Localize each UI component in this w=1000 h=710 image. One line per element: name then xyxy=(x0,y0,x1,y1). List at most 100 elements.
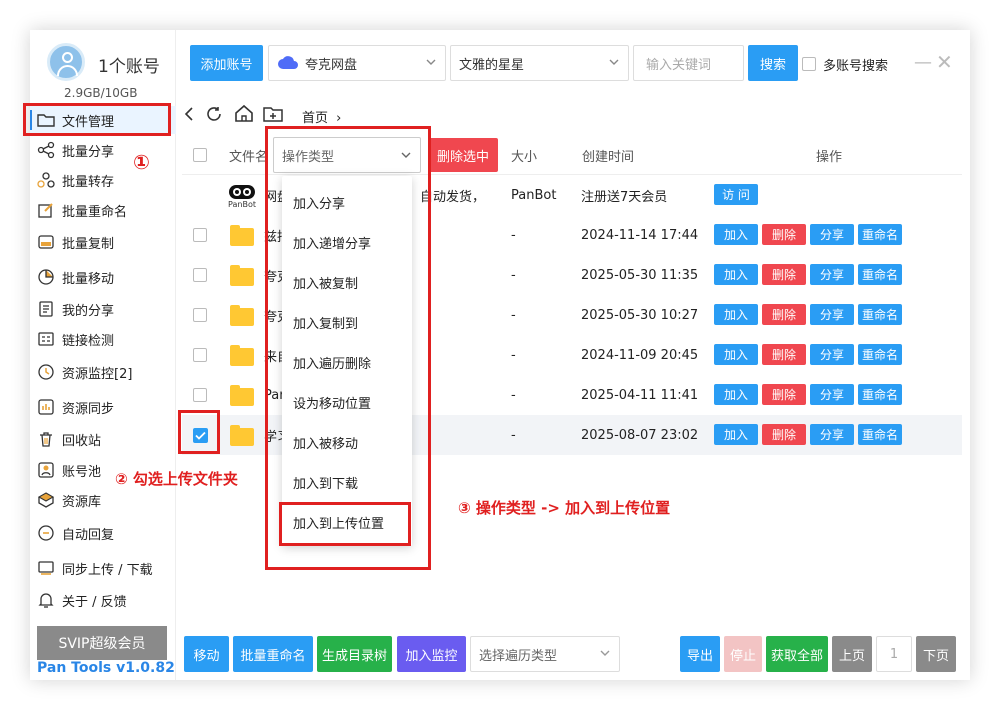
rename-button[interactable]: 重命名 xyxy=(858,304,902,325)
share-icon xyxy=(36,140,56,160)
rename-button[interactable]: 重命名 xyxy=(858,224,902,245)
delete-button[interactable]: 删除 xyxy=(762,264,806,285)
delete-button[interactable]: 删除 xyxy=(762,344,806,365)
prev-page-button[interactable]: 上页 xyxy=(832,636,872,672)
share-button[interactable]: 分享 xyxy=(810,424,854,445)
svip-button[interactable]: SVIP超级会员 xyxy=(37,626,167,660)
sidebar-item-label: 批量复制 xyxy=(62,236,115,252)
move-button[interactable]: 移动 xyxy=(184,636,229,672)
next-page-button[interactable]: 下页 xyxy=(916,636,956,672)
rename-button[interactable]: 重命名 xyxy=(858,384,902,405)
upload-download-icon xyxy=(36,558,56,578)
auto-reply-icon xyxy=(36,523,56,543)
col-header-created: 创建时间 xyxy=(582,149,635,165)
new-folder-icon[interactable] xyxy=(263,105,283,126)
back-icon[interactable] xyxy=(182,106,196,126)
row-created: 2024-11-14 17:44 xyxy=(581,227,699,243)
row-size: - xyxy=(511,227,516,243)
col-header-size: 大小 xyxy=(511,149,538,165)
sidebar-item-batch-transfer[interactable]: 批量转存 xyxy=(30,166,176,194)
sidebar-item-batch-move[interactable]: 批量移动 xyxy=(30,263,176,291)
add-button[interactable]: 加入 xyxy=(714,304,758,325)
row-checkbox[interactable] xyxy=(193,308,207,322)
add-button[interactable]: 加入 xyxy=(714,264,758,285)
sidebar-item-batch-copy[interactable]: 批量复制 xyxy=(30,228,176,256)
row-checkbox[interactable] xyxy=(193,348,207,362)
search-button[interactable]: 搜索 xyxy=(748,45,798,81)
breadcrumb-home[interactable]: 首页 xyxy=(302,111,328,126)
batch-rename-button[interactable]: 批量重命名 xyxy=(233,636,313,672)
drive-select[interactable]: 夸克网盘 xyxy=(268,45,446,81)
sidebar-item-batch-rename[interactable]: 批量重命名 xyxy=(30,196,176,224)
account-count: 1个账号 xyxy=(98,57,160,77)
chevron-down-icon xyxy=(599,647,611,663)
bell-icon xyxy=(36,590,56,610)
traverse-type-select[interactable]: 选择遍历类型 xyxy=(470,636,620,672)
account-select[interactable]: 文雅的星星 xyxy=(450,45,629,81)
row-checkbox[interactable] xyxy=(193,228,207,242)
stop-button[interactable]: 停止 xyxy=(724,636,762,672)
add-monitor-button[interactable]: 加入监控 xyxy=(397,636,466,672)
refresh-icon[interactable] xyxy=(205,105,223,127)
monitor-icon xyxy=(36,362,56,382)
row-created: 2025-05-30 10:27 xyxy=(581,307,699,323)
share-button[interactable]: 分享 xyxy=(810,224,854,245)
search-input[interactable]: 输入关键词 xyxy=(633,45,744,81)
sidebar-item-sync-upload-download[interactable]: 同步上传 / 下载 xyxy=(30,554,176,582)
sidebar-item-label: 资源同步 xyxy=(62,401,115,417)
sidebar-item-recycle-bin[interactable]: 回收站 xyxy=(30,425,176,453)
visit-button[interactable]: 访 问 xyxy=(714,184,758,205)
minimize-icon[interactable]: — xyxy=(914,52,932,73)
add-button[interactable]: 加入 xyxy=(714,344,758,365)
row-checkbox[interactable] xyxy=(193,268,207,282)
delete-button[interactable]: 删除 xyxy=(762,224,806,245)
sidebar-item-link-check[interactable]: 链接检测 xyxy=(30,325,176,353)
share-button[interactable]: 分享 xyxy=(810,264,854,285)
row-created: 2025-08-07 23:02 xyxy=(581,427,699,443)
gen-tree-button[interactable]: 生成目录树 xyxy=(317,636,392,672)
rename-button[interactable]: 重命名 xyxy=(858,424,902,445)
sidebar-item-label: 我的分享 xyxy=(62,303,115,319)
share-button[interactable]: 分享 xyxy=(810,384,854,405)
export-button[interactable]: 导出 xyxy=(680,636,720,672)
chevron-right-icon: › xyxy=(336,111,342,126)
sidebar-item-resource-monitor[interactable]: 资源监控[2] xyxy=(30,358,176,386)
rename-icon xyxy=(36,200,56,220)
get-all-button[interactable]: 获取全部 xyxy=(766,636,828,672)
delete-selected-button[interactable]: 删除选中 xyxy=(428,138,498,172)
sidebar-item-resource-library[interactable]: 资源库 xyxy=(30,486,176,514)
add-button[interactable]: 加入 xyxy=(714,424,758,445)
sidebar-item-batch-share[interactable]: 批量分享 xyxy=(30,136,176,164)
copy-icon xyxy=(36,232,56,252)
library-icon xyxy=(36,490,56,510)
sidebar-item-my-share[interactable]: 我的分享 xyxy=(30,295,176,323)
rename-button[interactable]: 重命名 xyxy=(858,264,902,285)
breadcrumb[interactable]: 首页 › xyxy=(302,107,341,126)
rename-button[interactable]: 重命名 xyxy=(858,344,902,365)
folder-icon xyxy=(230,385,254,406)
add-button[interactable]: 加入 xyxy=(714,384,758,405)
delete-button[interactable]: 删除 xyxy=(762,304,806,325)
delete-button[interactable]: 删除 xyxy=(762,424,806,445)
delete-button[interactable]: 删除 xyxy=(762,384,806,405)
sidebar-item-resource-sync[interactable]: 资源同步 xyxy=(30,393,176,421)
share-button[interactable]: 分享 xyxy=(810,304,854,325)
multi-search-checkbox[interactable] xyxy=(802,57,816,71)
avatar[interactable] xyxy=(47,43,85,81)
sidebar-item-about-feedback[interactable]: 关于 / 反馈 xyxy=(30,586,176,614)
row-size: - xyxy=(511,347,516,363)
folder-icon xyxy=(230,345,254,366)
sidebar-item-auto-reply[interactable]: 自动回复 xyxy=(30,519,176,547)
row-checkbox[interactable] xyxy=(193,388,207,402)
panbot-logo-text: PanBot xyxy=(228,200,256,209)
close-icon[interactable]: ✕ xyxy=(936,50,953,74)
row-created: 注册送7天会员 xyxy=(581,189,668,205)
folder-icon xyxy=(230,305,254,326)
home-icon[interactable] xyxy=(234,104,254,127)
link-check-icon xyxy=(36,329,56,349)
page-input[interactable]: 1 xyxy=(876,636,912,672)
select-all-checkbox[interactable] xyxy=(193,148,207,162)
add-account-button[interactable]: 添加账号 xyxy=(190,45,263,81)
share-button[interactable]: 分享 xyxy=(810,344,854,365)
add-button[interactable]: 加入 xyxy=(714,224,758,245)
